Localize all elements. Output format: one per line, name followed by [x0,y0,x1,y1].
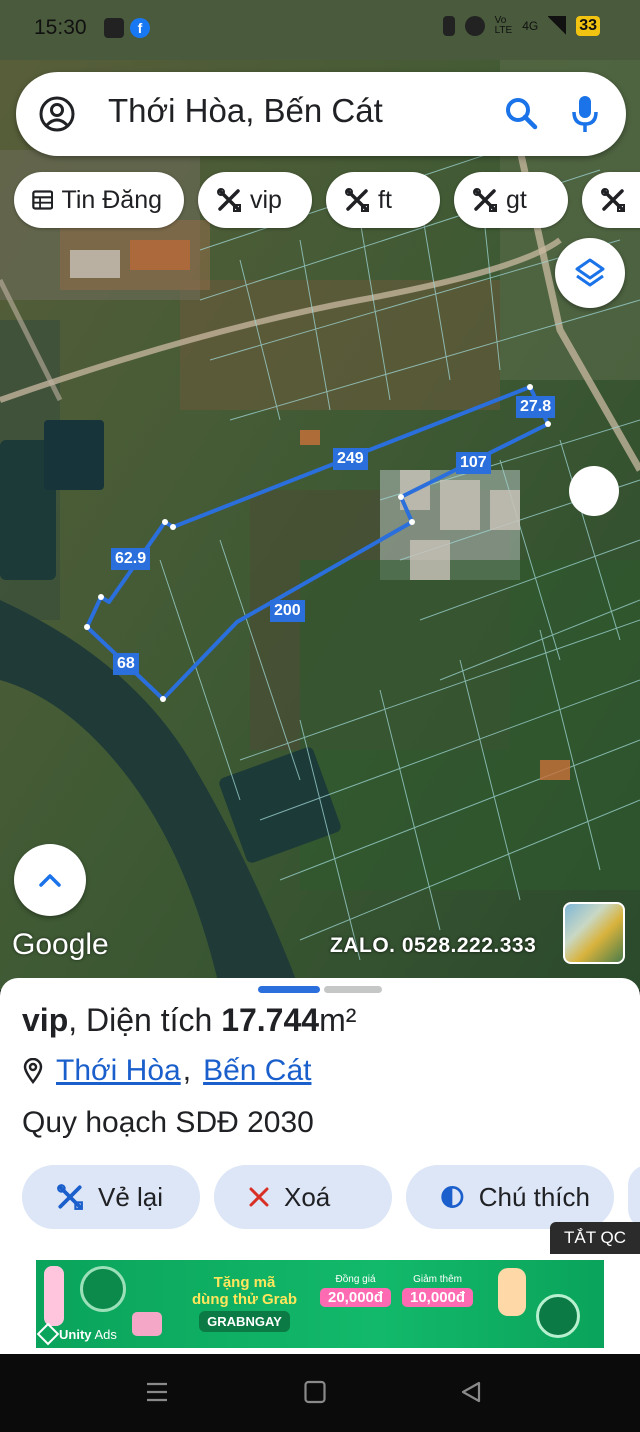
ad-headline-2: dùng thử Grab [192,1291,298,1308]
edge-length-label: 62.9 [111,548,151,570]
sheet-handle[interactable] [324,986,382,993]
parcel-title: vip, Diện tích 17.744m² [22,1002,356,1039]
satellite-map[interactable]: 249 27.8 107 62.9 200 68 15:30 f Vo LTE 4… [0,0,640,990]
chip-label: ft [378,185,392,214]
ad-banner[interactable]: Tặng mã dùng thử Grab GRABNGAY Đồng giá … [36,1260,604,1348]
ad-network-suffix: Ads [94,1326,117,1342]
hide-ads-badge[interactable]: TẮT QC [550,1222,640,1254]
search-icon[interactable] [504,96,538,134]
filter-chips: Tin Đăng vip ft gt [14,172,640,228]
contrast-icon [441,1185,464,1209]
parcel-category: vip [22,1002,69,1038]
ad-promo-1-value: 20,000đ [320,1288,392,1307]
search-bar[interactable]: Thới Hòa, Bến Cát [16,72,626,156]
redraw-label: Vẻ lại [98,1181,164,1212]
ad-promo-2: Giảm thêm 10,000đ [402,1274,474,1307]
ad-promo-1-title: Đồng giá [335,1274,376,1285]
chip-label: gt [506,185,527,214]
status-bar: 15:30 f Vo LTE 4G 33 [0,0,640,56]
chip-vip[interactable]: vip [198,172,312,228]
tools-icon [217,188,241,212]
microphone-icon[interactable] [570,94,600,138]
edge-length-label: 249 [333,448,368,470]
chip-label: Tin Đăng [61,185,162,214]
ad-headline-1: Tặng mã [213,1274,276,1291]
more-action-button[interactable] [628,1165,640,1229]
delete-label: Xoá [284,1181,331,1212]
tools-icon [473,188,497,212]
edge-length-label: 27.8 [516,396,556,418]
cup-icon [498,1268,526,1316]
ad-promo-code: GRABNGAY [199,1311,290,1332]
battery-indicator: 33 [576,16,600,36]
ad-network-label: Unity Ads [36,1322,117,1346]
zalo-contact: ZALO. 0528.222.333 [330,934,537,957]
status-time: 15:30 [34,16,87,39]
google-watermark: Google [12,928,109,961]
chip-ft[interactable]: ft [326,172,440,228]
location-line: Thới Hòa, Bến Cát [22,1054,311,1088]
system-nav-bar [0,1354,640,1432]
back-triangle-icon [461,1381,481,1403]
menu-icon [147,1382,167,1402]
legend-label: Chú thích [478,1181,590,1212]
edge-length-label: 107 [456,452,491,474]
vibrate-icon [442,16,455,36]
area-unit: m² [319,1002,357,1038]
layers-button[interactable] [555,238,625,308]
tools-icon [57,1184,83,1210]
home-square-icon [304,1380,326,1404]
location-icon [464,16,485,36]
account-icon[interactable] [38,95,76,137]
grab-logo-icon [80,1266,126,1312]
chip-more[interactable] [582,172,640,228]
location-dot[interactable] [569,466,619,516]
action-buttons: Vẻ lại Xoá Chú thích [22,1165,640,1229]
delete-button[interactable]: Xoá [214,1165,392,1229]
area-value: 17.744 [221,1002,320,1038]
recent-apps-button[interactable] [146,1380,168,1408]
unity-logo-icon [36,1322,60,1346]
chip-label: vip [250,185,282,214]
back-button[interactable] [460,1380,482,1408]
home-button[interactable] [304,1380,326,1408]
redraw-button[interactable]: Vẻ lại [22,1165,200,1229]
sheet-handle[interactable] [258,986,320,993]
expand-up-button[interactable] [14,844,86,916]
planning-label: Quy hoạch SDĐ 2030 [22,1106,314,1139]
layers-icon [575,258,605,287]
facebook-icon: f [130,18,150,38]
location-separator: , [182,1054,192,1087]
chevron-up-icon [39,874,61,887]
table-icon [32,190,54,210]
ad-network-name: Unity [59,1326,92,1342]
search-input[interactable]: Thới Hòa, Bến Cát [108,92,383,130]
helmet-icon [536,1294,580,1338]
ad-promo-2-title: Giảm thêm [413,1274,462,1285]
close-icon [249,1187,269,1207]
tools-icon [345,188,369,212]
ad-promo-1: Đồng giá 20,000đ [320,1274,392,1307]
edge-length-label: 68 [113,653,139,675]
legend-button[interactable]: Chú thích [406,1165,614,1229]
gift-icon [132,1312,162,1336]
signal-icon [548,16,567,36]
volte-icon: Vo LTE [494,15,513,36]
chip-tin-dang[interactable]: Tin Đăng [14,172,184,228]
district-link[interactable]: Bến Cát [203,1054,311,1088]
ad-promo-2-value: 10,000đ [402,1288,474,1307]
ad-headline: Tặng mã dùng thử Grab GRABNGAY [192,1274,297,1332]
pin-icon [23,1058,43,1084]
edge-length-label: 200 [270,600,305,622]
photo-thumbnail[interactable] [563,902,625,964]
drink-icon [44,1266,64,1326]
area-label: , Diện tích [68,1002,222,1038]
notification-icon [104,18,124,38]
commune-link[interactable]: Thới Hòa [56,1054,181,1088]
tools-icon [601,188,625,212]
chip-gt[interactable]: gt [454,172,568,228]
network-type: 4G [522,19,539,33]
